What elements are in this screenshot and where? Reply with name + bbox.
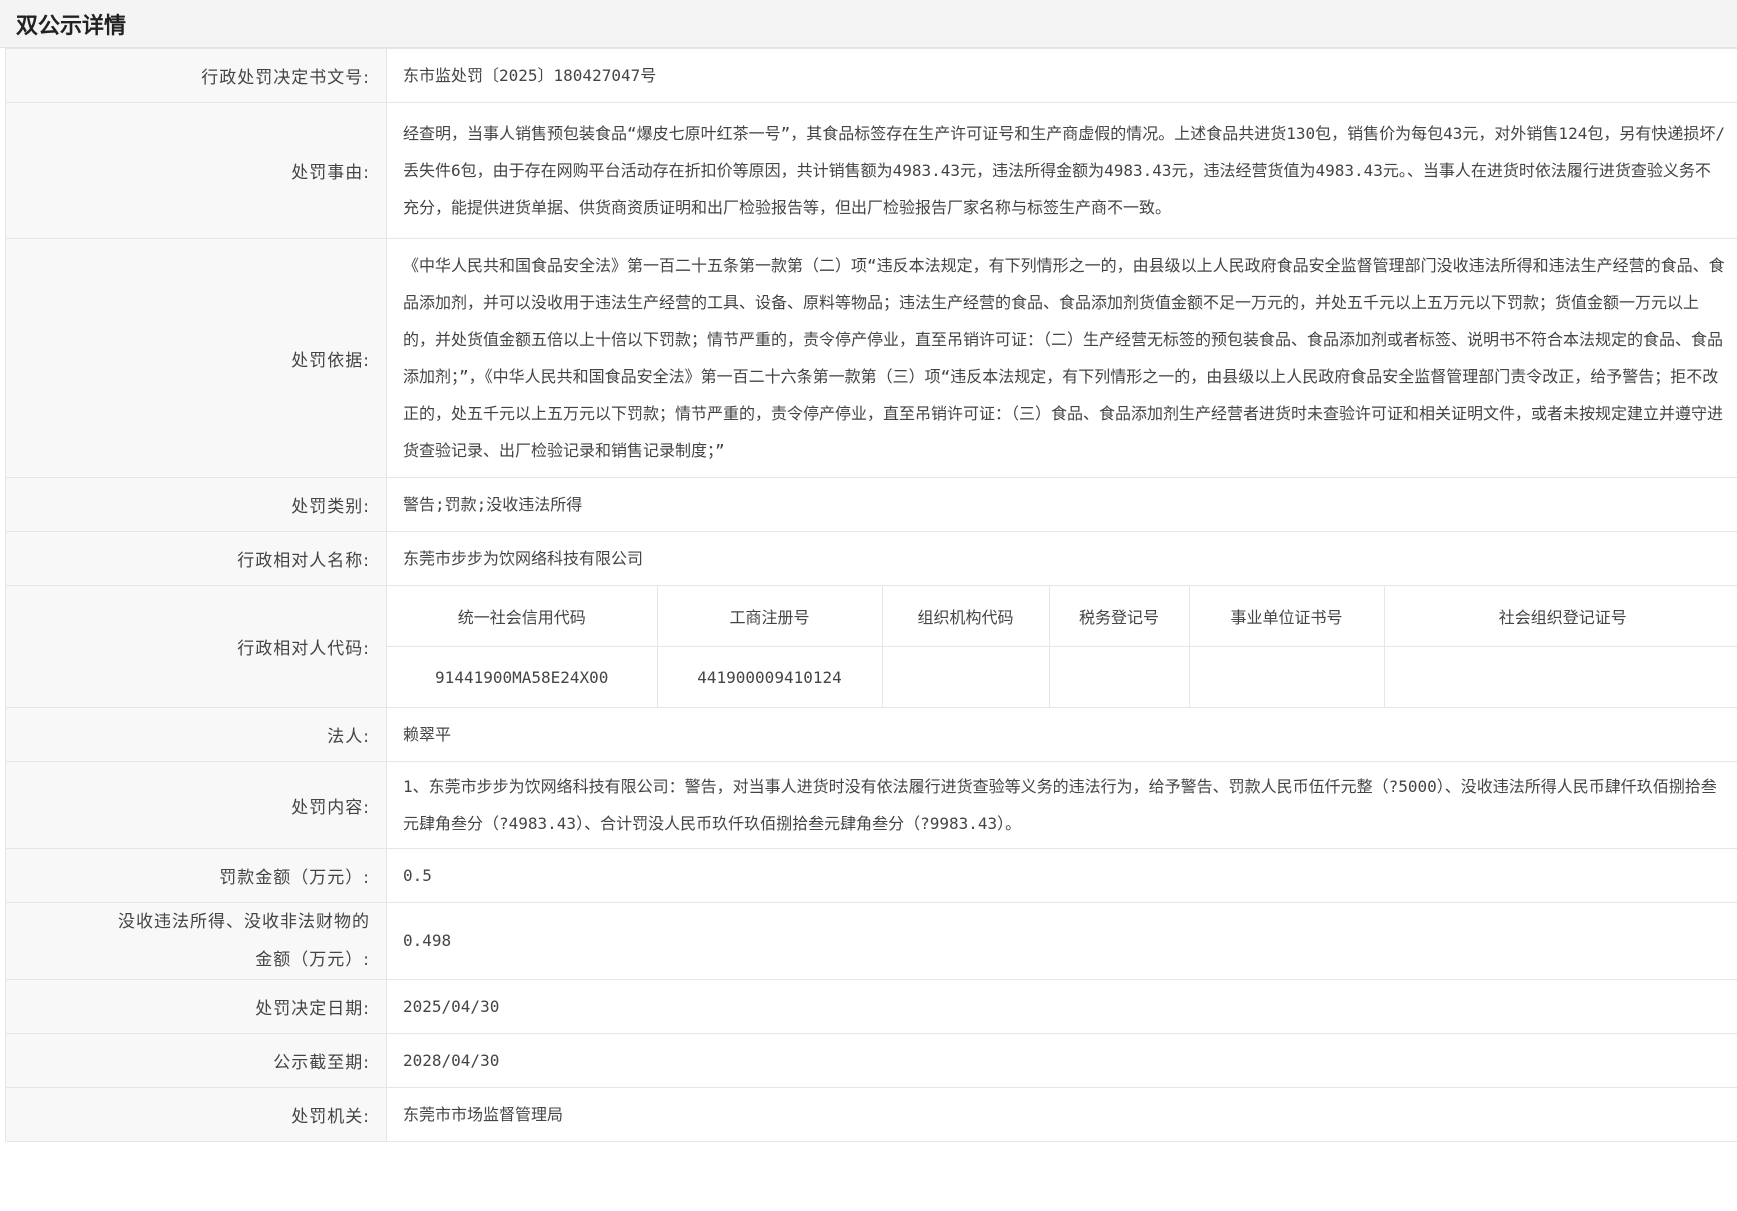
code-value-business-reg: 441900009410124 xyxy=(657,646,883,707)
label-confiscate: 没收违法所得、没收非法财物的 金额（万元）: xyxy=(5,902,387,980)
party-code-value-row: 91441900MA58E24X00 441900009410124 xyxy=(387,646,1737,708)
value-category: 警告;罚款;没收违法所得 xyxy=(386,477,1737,532)
code-value-social-org xyxy=(1384,647,1737,708)
row-content: 处罚内容: 1、东莞市步步为饮网络科技有限公司：警告，对当事人进货时没有依法履行… xyxy=(5,761,1737,849)
code-header-institution-cert: 事业单位证书号 xyxy=(1189,586,1385,647)
code-value-org-code xyxy=(882,646,1050,707)
code-value-institution-cert xyxy=(1189,646,1385,707)
label-party-code: 行政相对人代码: xyxy=(5,585,387,708)
label-fine: 罚款金额（万元）: xyxy=(5,848,387,903)
row-legal-person: 法人: 赖翠平 xyxy=(5,707,1737,762)
code-value-credit: 91441900MA58E24X00 xyxy=(387,646,658,707)
row-reason: 处罚事由: 经查明，当事人销售预包装食品“爆皮七原叶红茶一号”，其食品标签存在生… xyxy=(5,102,1737,239)
party-code-cell: 统一社会信用代码 工商注册号 组织机构代码 税务登记号 事业单位证书号 社会组织… xyxy=(386,585,1737,708)
detail-table: 行政处罚决定书文号: 东市监处罚〔2025〕180427047号 处罚事由: 经… xyxy=(5,48,1737,1142)
party-code-header-row: 统一社会信用代码 工商注册号 组织机构代码 税务登记号 事业单位证书号 社会组织… xyxy=(387,586,1737,647)
value-fine: 0.5 xyxy=(386,848,1737,903)
label-reason: 处罚事由: xyxy=(5,102,387,239)
row-authority: 处罚机关: 东莞市市场监督管理局 xyxy=(5,1087,1737,1142)
value-confiscate: 0.498 xyxy=(386,902,1737,980)
label-party-name: 行政相对人名称: xyxy=(5,531,387,586)
label-legal-person: 法人: xyxy=(5,707,387,762)
label-category: 处罚类别: xyxy=(5,477,387,532)
row-confiscate: 没收违法所得、没收非法财物的 金额（万元）: 0.498 xyxy=(5,902,1737,980)
party-code-table: 统一社会信用代码 工商注册号 组织机构代码 税务登记号 事业单位证书号 社会组织… xyxy=(387,586,1737,707)
label-publicity-end: 公示截至期: xyxy=(5,1033,387,1088)
value-decision-date: 2025/04/30 xyxy=(386,979,1737,1034)
row-publicity-end: 公示截至期: 2028/04/30 xyxy=(5,1033,1737,1088)
label-confiscate-line2: 金额（万元）: xyxy=(255,950,370,970)
row-category: 处罚类别: 警告;罚款;没收违法所得 xyxy=(5,477,1737,532)
detail-page: 双公示详情 行政处罚决定书文号: 东市监处罚〔2025〕180427047号 处… xyxy=(0,0,1737,1211)
value-basis: 《中华人民共和国食品安全法》第一百二十五条第一款第（二）项“违反本法规定，有下列… xyxy=(386,238,1737,478)
code-header-business-reg: 工商注册号 xyxy=(657,586,883,647)
row-doc-no: 行政处罚决定书文号: 东市监处罚〔2025〕180427047号 xyxy=(5,48,1737,103)
page-header: 双公示详情 xyxy=(0,0,1737,48)
value-authority: 东莞市市场监督管理局 xyxy=(386,1087,1737,1142)
code-header-org-code: 组织机构代码 xyxy=(882,586,1050,647)
value-publicity-end: 2028/04/30 xyxy=(386,1033,1737,1088)
row-basis: 处罚依据: 《中华人民共和国食品安全法》第一百二十五条第一款第（二）项“违反本法… xyxy=(5,238,1737,478)
row-party-name: 行政相对人名称: 东莞市步步为饮网络科技有限公司 xyxy=(5,531,1737,586)
label-basis: 处罚依据: xyxy=(5,238,387,478)
code-header-social-org: 社会组织登记证号 xyxy=(1384,586,1737,647)
value-reason: 经查明，当事人销售预包装食品“爆皮七原叶红茶一号”，其食品标签存在生产许可证号和… xyxy=(386,102,1737,239)
row-party-code: 行政相对人代码: 统一社会信用代码 工商注册号 组织机构代码 税务登记号 事业单… xyxy=(5,585,1737,708)
label-authority: 处罚机关: xyxy=(5,1087,387,1142)
value-doc-no: 东市监处罚〔2025〕180427047号 xyxy=(386,48,1737,103)
label-content: 处罚内容: xyxy=(5,761,387,849)
label-confiscate-text: 没收违法所得、没收非法财物的 金额（万元）: xyxy=(118,903,370,979)
code-header-credit: 统一社会信用代码 xyxy=(387,586,658,647)
code-header-tax-reg: 税务登记号 xyxy=(1049,586,1190,647)
code-value-tax-reg xyxy=(1049,646,1190,707)
row-fine: 罚款金额（万元）: 0.5 xyxy=(5,848,1737,903)
label-decision-date: 处罚决定日期: xyxy=(5,979,387,1034)
row-decision-date: 处罚决定日期: 2025/04/30 xyxy=(5,979,1737,1034)
value-legal-person: 赖翠平 xyxy=(386,707,1737,762)
page-title: 双公示详情 xyxy=(16,13,127,39)
value-party-name: 东莞市步步为饮网络科技有限公司 xyxy=(386,531,1737,586)
label-doc-no: 行政处罚决定书文号: xyxy=(5,48,387,103)
value-content: 1、东莞市步步为饮网络科技有限公司：警告，对当事人进货时没有依法履行进货查验等义… xyxy=(386,761,1737,849)
label-confiscate-line1: 没收违法所得、没收非法财物的 xyxy=(118,912,370,932)
